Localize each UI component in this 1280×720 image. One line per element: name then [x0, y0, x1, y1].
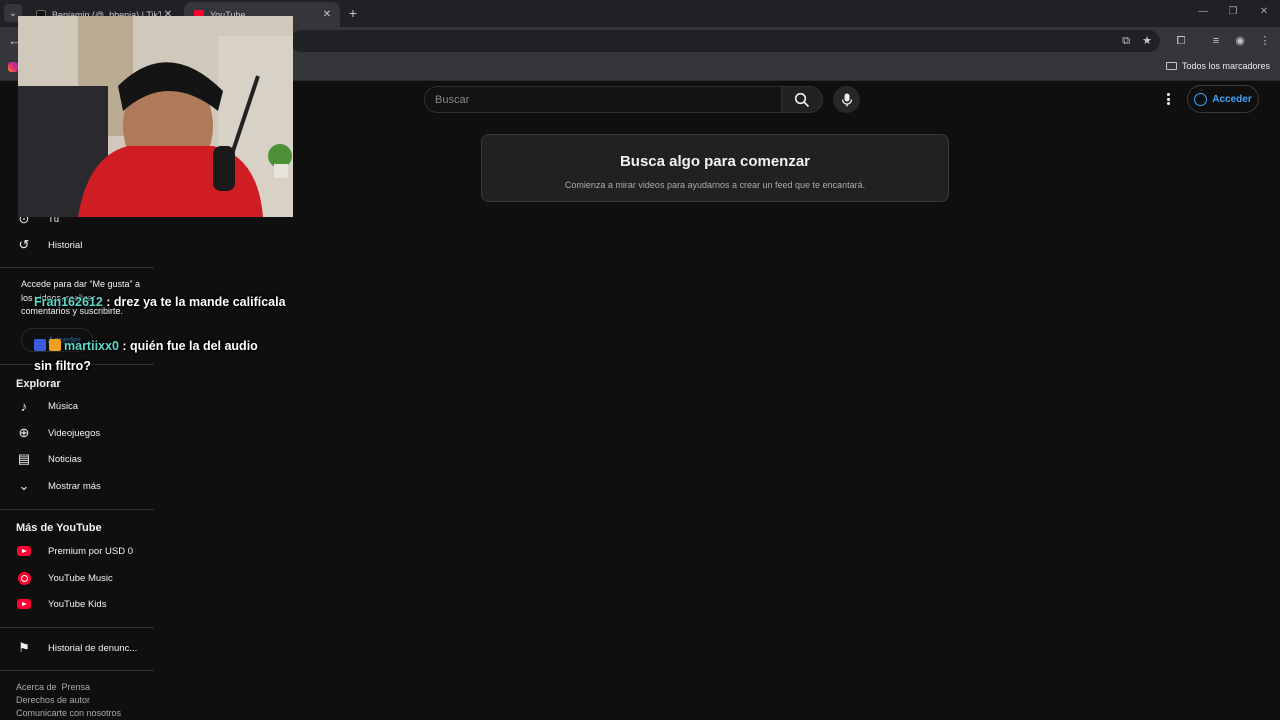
sidebar-item-label: Historial de denunc... — [48, 642, 138, 654]
sidebar-item-label: YouTube Kids — [48, 598, 107, 610]
search-box — [424, 86, 782, 113]
empty-feed-card: Busca algo para comenzar Comienza a mira… — [481, 134, 949, 202]
sidebar-item-music[interactable]: ♪ Música — [0, 393, 154, 419]
gift-badge-icon — [49, 339, 61, 351]
sidebar-item-label: Mostrar más — [48, 480, 101, 492]
sidebar-item-label: Videojuegos — [48, 427, 101, 439]
empty-feed-subtitle: Comienza a mirar videos para ayudarnos a… — [564, 180, 866, 190]
flag-icon: ⚑ — [18, 640, 30, 655]
window-close-icon[interactable]: ✕ — [1257, 6, 1271, 17]
media-control-icon[interactable]: ≡ — [1209, 34, 1223, 48]
search-icon — [794, 92, 810, 107]
sidebar-item-label: Historial — [48, 239, 83, 251]
search-button[interactable] — [781, 86, 823, 113]
browser-menu-icon[interactable]: ⋮ — [1258, 34, 1272, 48]
sidebar-item-gaming[interactable]: ⊕ Videojuegos — [0, 420, 154, 446]
sidebar-item-premium[interactable]: Premium por USD 0 — [0, 538, 154, 564]
minimize-icon[interactable]: — — [1196, 6, 1210, 17]
chat-text: : drez ya te la mande califícala — [102, 295, 286, 309]
sidebar-divider — [0, 509, 154, 510]
subscriber-badge-icon — [34, 339, 46, 351]
sidebar-item-youtube-music[interactable]: YouTube Music — [0, 565, 154, 591]
sidebar-item-label: Música — [48, 400, 79, 412]
gamepad-icon: ⊕ — [18, 425, 30, 440]
sidebar-item-news[interactable]: ▤ Noticias — [0, 446, 154, 472]
all-bookmarks-button[interactable]: Todos los marcadores — [1165, 61, 1270, 71]
chevron-down-icon: ⌄ — [18, 478, 30, 493]
explore-heading: Explorar — [16, 378, 61, 390]
footer-link-copyright[interactable]: Derechos de autor — [16, 695, 90, 705]
sign-in-button[interactable]: Acceder — [1187, 85, 1259, 113]
footer-link-about[interactable]: Acerca de — [16, 682, 57, 692]
search-input[interactable] — [425, 87, 781, 112]
youtube-premium-icon — [16, 543, 32, 559]
youtube-music-icon — [16, 570, 32, 586]
footer-link-press[interactable]: Prensa — [62, 682, 91, 692]
sidebar-item-report-history[interactable]: ⚑ Historial de denunc... — [0, 635, 154, 661]
folder-icon — [1165, 62, 1177, 70]
sidebar-divider — [0, 670, 154, 671]
sign-in-label: Acceder — [1212, 93, 1252, 105]
extensions-icon[interactable]: ⧠ — [1174, 34, 1188, 48]
settings-menu-icon[interactable] — [1162, 91, 1174, 107]
sidebar-divider — [0, 627, 154, 628]
webcam-image — [18, 16, 293, 217]
sidebar-item-label: Noticias — [48, 453, 82, 465]
account-circle-icon — [1194, 92, 1208, 106]
install-app-icon[interactable]: ⧉ — [1119, 34, 1133, 48]
music-note-icon: ♪ — [20, 398, 28, 414]
microphone-icon — [841, 93, 852, 106]
chat-message: martiixx0 : quién fue la del audio sin f… — [34, 336, 274, 376]
more-youtube-heading: Más de YouTube — [16, 522, 102, 534]
sidebar-item-youtube-kids[interactable]: YouTube Kids — [0, 591, 154, 617]
sidebar-item-label: YouTube Music — [48, 572, 113, 584]
footer-link-contact[interactable]: Comunicarte con nosotros — [16, 708, 121, 718]
profile-icon[interactable]: ◉ — [1233, 34, 1247, 48]
all-bookmarks-label: Todos los marcadores — [1181, 61, 1270, 71]
restore-icon[interactable]: ❐ — [1226, 6, 1240, 17]
voice-search-button[interactable] — [833, 86, 860, 113]
sidebar-item-history[interactable]: ↺ Historial — [0, 232, 154, 258]
youtube-kids-icon — [16, 596, 32, 612]
address-bar[interactable] — [290, 30, 1160, 52]
chat-message: Fran162612 : drez ya te la mande califíc… — [34, 292, 286, 312]
history-icon: ↺ — [18, 237, 30, 252]
webcam-overlay — [18, 16, 293, 217]
chat-username: martiixx0 — [64, 339, 119, 353]
sidebar-item-show-more[interactable]: ⌄ Mostrar más — [0, 473, 154, 499]
chat-username: Fran162612 — [34, 295, 103, 309]
close-icon[interactable]: ✕ — [320, 9, 334, 20]
sidebar-divider — [0, 267, 154, 268]
newspaper-icon: ▤ — [17, 451, 31, 466]
bookmark-star-icon[interactable]: ★ — [1140, 34, 1154, 48]
instagram-bookmark-icon[interactable] — [8, 62, 18, 72]
new-tab-button[interactable]: + — [345, 5, 361, 21]
footer-links-row: Acerca de Prensa — [16, 682, 90, 692]
empty-feed-title: Busca algo para comenzar — [619, 153, 811, 170]
sidebar-item-label: Premium por USD 0 — [48, 545, 133, 557]
